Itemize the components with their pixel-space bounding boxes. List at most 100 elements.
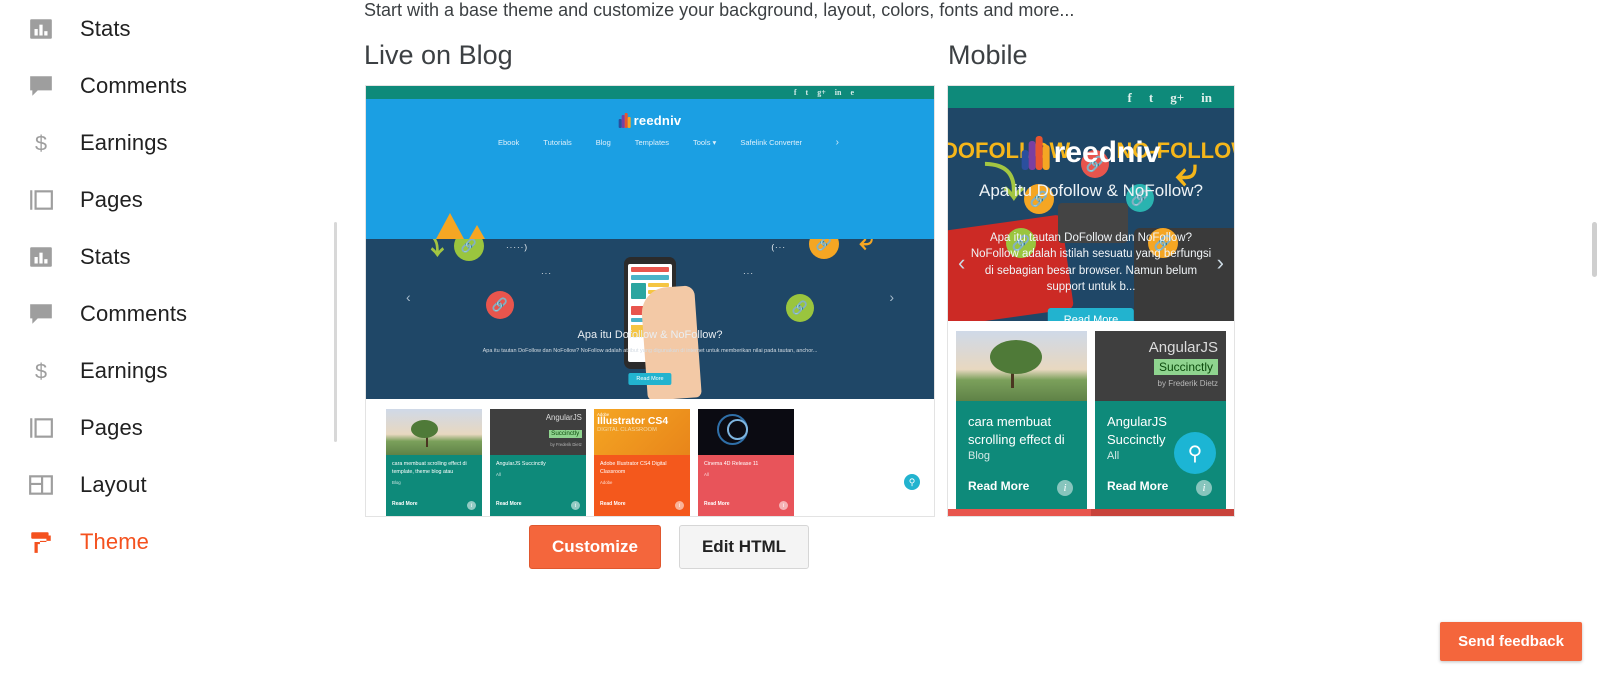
card-info-icon[interactable]: i bbox=[467, 501, 476, 510]
thumb-photo-tree bbox=[956, 331, 1087, 401]
blog-nav-item-3[interactable]: Templates bbox=[635, 138, 669, 147]
thumb-photo-tree bbox=[386, 409, 482, 455]
blog-article-card[interactable]: cara membuat scrolling effect di templat… bbox=[386, 409, 482, 516]
social-icon-1[interactable]: t bbox=[806, 88, 809, 97]
page-scrollbar[interactable] bbox=[1592, 222, 1597, 277]
social-icon-2[interactable]: g+ bbox=[817, 88, 826, 97]
blog-nav-item-1[interactable]: Tutorials bbox=[543, 138, 571, 147]
link-coin-green-2: 🔗 bbox=[786, 294, 814, 322]
social-icon-1[interactable]: t bbox=[1149, 90, 1153, 106]
sidebar-item-earnings-2[interactable]: $ Earnings bbox=[0, 114, 336, 171]
edit-html-button[interactable]: Edit HTML bbox=[678, 525, 810, 569]
card-thumbnail: AngularJS Succinctly by Frederik Dietz bbox=[1095, 331, 1226, 401]
blog-nav-item-5[interactable]: Safelink Converter bbox=[740, 138, 802, 147]
hero-next-arrow[interactable]: › bbox=[889, 289, 894, 305]
cover-badge: Succinctly bbox=[548, 429, 582, 438]
bar-chart-icon bbox=[24, 240, 58, 274]
social-icon-3[interactable]: in bbox=[835, 88, 842, 97]
thumb-illustrator-cover: Adobe Illustrator CS4 DIGITAL CLASSROOM bbox=[594, 409, 690, 455]
card-info-icon[interactable]: i bbox=[779, 501, 788, 510]
sidebar-item-pages-7[interactable]: Pages bbox=[0, 399, 336, 456]
sidebar-item-label: Layout bbox=[80, 471, 147, 497]
mobile-hero-prev-arrow[interactable]: ‹ bbox=[958, 250, 965, 276]
live-blog-preview[interactable]: f t g+ in e reedniv Ebook Tutorials Blog Templa… bbox=[365, 85, 935, 517]
mobile-hero-next-arrow[interactable]: › bbox=[1217, 250, 1224, 276]
mobile-hero-read-more-button[interactable]: Read More bbox=[1047, 308, 1135, 321]
sidebar-item-stats-0[interactable]: Stats bbox=[0, 0, 336, 57]
blog-header: reedniv Ebook Tutorials Blog Templates Tools… bbox=[366, 99, 934, 154]
card-info-icon[interactable]: i bbox=[675, 501, 684, 510]
cover-author: by Frederik Dietz bbox=[1157, 379, 1218, 388]
pages-icon bbox=[24, 183, 58, 217]
mobile-search-fab[interactable]: ⚲ bbox=[1174, 432, 1216, 474]
card-title: cara membuat scrolling effect di bbox=[968, 414, 1065, 447]
sidebar-item-label: Earnings bbox=[80, 357, 168, 383]
sidebar-item-comments-1[interactable]: Comments bbox=[0, 57, 336, 114]
cover-title: AngularJS bbox=[1148, 339, 1218, 356]
paint-roller-icon bbox=[24, 525, 58, 559]
blog-blue-band bbox=[366, 154, 934, 239]
send-feedback-button[interactable]: Send feedback bbox=[1440, 622, 1582, 661]
sidebar-item-pages-3[interactable]: Pages bbox=[0, 171, 336, 228]
decor-dots-right: (··· bbox=[771, 243, 786, 252]
card-read-more[interactable]: Read More bbox=[496, 501, 522, 507]
card-read-more[interactable]: Read More bbox=[600, 501, 626, 507]
dollar-sign-icon: $ bbox=[24, 126, 58, 160]
blog-article-card[interactable]: Cinema 4D Release 11 All Read More i bbox=[698, 409, 794, 516]
sidebar-item-label: Pages bbox=[80, 186, 143, 212]
card-info-icon[interactable]: i bbox=[571, 501, 580, 510]
customize-button[interactable]: Customize bbox=[529, 525, 661, 569]
sidebar-item-earnings-6[interactable]: $ Earnings bbox=[0, 342, 336, 399]
hero-prev-arrow[interactable]: ‹ bbox=[406, 289, 411, 305]
blog-logo-text: reedniv bbox=[633, 113, 682, 128]
card-read-more[interactable]: Read More bbox=[1107, 479, 1168, 493]
mobile-hero-carousel[interactable]: DOFOLLOW NO-FOLLOW 🔗 🔗 🔗 🔗 🔗 ⤵ ⤶ ree bbox=[948, 108, 1234, 321]
social-icon-0[interactable]: f bbox=[794, 88, 797, 97]
blog-search-fab[interactable]: ⚲ bbox=[904, 474, 920, 490]
sidebar-item-theme-9[interactable]: Theme bbox=[0, 513, 336, 570]
card-info-icon[interactable]: i bbox=[1196, 480, 1212, 496]
thumb-cinema4d-cover bbox=[698, 409, 794, 455]
mobile-logo-swoosh-icon bbox=[1021, 136, 1052, 170]
card-body: AngularJS Succinctly All Read More i bbox=[490, 455, 586, 516]
card-title: cara membuat scrolling effect di templat… bbox=[392, 461, 467, 475]
sidebar-item-stats-4[interactable]: Stats bbox=[0, 228, 336, 285]
mobile-title: Mobile bbox=[948, 40, 1028, 70]
blog-nav-next-icon[interactable]: › bbox=[836, 137, 839, 148]
sidebar-item-label: Pages bbox=[80, 414, 143, 440]
card-body: Adobe Illustrator CS4 Digital Classroom A… bbox=[594, 455, 690, 516]
card-body: cara membuat scrolling effect di templat… bbox=[386, 455, 482, 516]
thumb-angularjs-book: AngularJS Succinctly by Frederik Dietz bbox=[1095, 331, 1226, 401]
mobile-article-card[interactable]: cara membuat scrolling effect di Blog Read… bbox=[956, 331, 1087, 511]
mobile-preview[interactable]: ftg+in DOFOLLOW NO-FOLLOW 🔗 🔗 🔗 🔗 🔗 ⤵ ⤶ bbox=[947, 85, 1235, 517]
sidebar-item-label: Earnings bbox=[80, 129, 168, 155]
blog-article-card[interactable]: Adobe Illustrator CS4 DIGITAL CLASSROOM Ado… bbox=[594, 409, 690, 516]
card-read-more[interactable]: Read More bbox=[968, 479, 1029, 493]
card-thumbnail: AngularJS Succinctly by Frederik Dietz bbox=[490, 409, 586, 455]
blog-nav-item-0[interactable]: Ebook bbox=[498, 138, 519, 147]
sidebar-item-layout-8[interactable]: Layout bbox=[0, 456, 336, 513]
mobile-logo-text: reedniv bbox=[1053, 136, 1161, 169]
hero-title: Apa itu Dofollow & NoFollow? bbox=[577, 329, 723, 341]
link-coin-green-1: 🔗 bbox=[454, 239, 484, 261]
blog-article-card[interactable]: AngularJS Succinctly by Frederik Dietz Angu… bbox=[490, 409, 586, 516]
blog-nav-item-2[interactable]: Blog bbox=[596, 138, 611, 147]
hero-read-more-button[interactable]: Read More bbox=[628, 373, 672, 385]
theme-action-buttons: Customize Edit HTML bbox=[529, 525, 810, 569]
card-read-more[interactable]: Read More bbox=[704, 501, 730, 507]
social-icon-0[interactable]: f bbox=[1128, 90, 1132, 106]
sidebar-item-comments-5[interactable]: Comments bbox=[0, 285, 336, 342]
cover-badge: Succinctly bbox=[1153, 359, 1218, 375]
blog-nav-item-4[interactable]: Tools ▾ bbox=[693, 138, 716, 147]
card-title: Cinema 4D Release 11 bbox=[704, 461, 759, 467]
social-icon-2[interactable]: g+ bbox=[1170, 90, 1184, 106]
social-icon-3[interactable]: in bbox=[1201, 90, 1212, 106]
blog-hero-carousel[interactable]: ⤵ ⤶ 🔗 🔗 🔗 🔗 ·····) (··· ··· ··· ‹ › Apa … bbox=[366, 239, 934, 399]
card-read-more[interactable]: Read More bbox=[392, 501, 418, 507]
mobile-hero-title: Apa itu Dofollow & NoFollow? bbox=[979, 181, 1203, 200]
thumb-angularjs-book: AngularJS Succinctly by Frederik Dietz bbox=[490, 409, 586, 455]
social-icon-4[interactable]: e bbox=[850, 88, 854, 97]
card-info-icon[interactable]: i bbox=[1057, 480, 1073, 496]
mobile-article-card[interactable]: AngularJS Succinctly by Frederik Dietz Angu… bbox=[1095, 331, 1226, 511]
sidebar-item-label: Comments bbox=[80, 72, 188, 98]
